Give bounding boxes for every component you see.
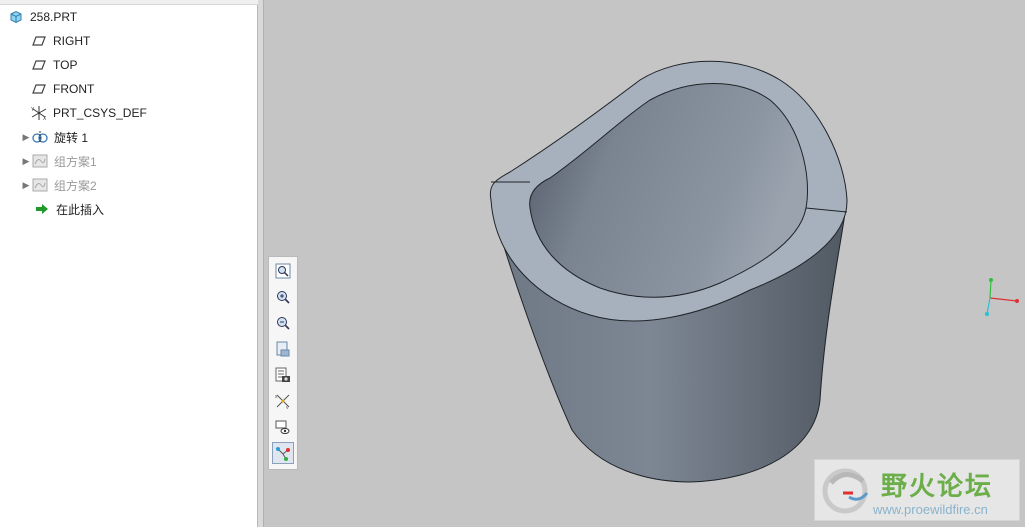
- repaint-icon: [276, 341, 290, 357]
- watermark-url: www.proewildfire.cn: [873, 502, 988, 517]
- datum-plane-icon: [31, 33, 47, 49]
- saved-orientations-button[interactable]: [272, 364, 294, 386]
- tree-item-group-2[interactable]: ▶ 组方案2: [20, 174, 270, 196]
- tree-item-front[interactable]: FRONT: [31, 78, 281, 100]
- display-style-icon: [275, 420, 290, 434]
- zoom-in-button[interactable]: [272, 286, 294, 308]
- expand-arrow-icon[interactable]: ▶: [20, 156, 32, 167]
- coordinate-system-icon: YX: [31, 105, 47, 121]
- datum-display-filter-icon: xy: [275, 394, 290, 409]
- tree-item-label: 旋转 1: [54, 130, 89, 145]
- tree-item-insert-here[interactable]: 在此插入: [34, 198, 284, 220]
- expand-arrow-icon[interactable]: ▶: [20, 180, 32, 191]
- tree-item-label: PRT_CSYS_DEF: [53, 106, 147, 120]
- svg-text:X: X: [43, 116, 47, 121]
- graphics-viewport[interactable]: [264, 0, 1025, 527]
- group-icon: [32, 153, 48, 169]
- tree-item-group-1[interactable]: ▶ 组方案1: [20, 150, 270, 172]
- model-render: [489, 60, 1019, 483]
- forum-watermark: 野火论坛 www.proewildfire.cn: [814, 459, 1020, 521]
- spin-center-button[interactable]: [272, 442, 294, 464]
- refit-button[interactable]: [272, 260, 294, 282]
- expand-arrow-icon[interactable]: ▶: [20, 132, 32, 143]
- tree-item-label: 组方案1: [54, 154, 97, 169]
- tree-item-label: 在此插入: [56, 202, 105, 217]
- tree-item-label: 258.PRT: [30, 10, 78, 24]
- tree-item-revolve[interactable]: ▶ 旋转 1: [20, 126, 270, 148]
- datum-display-button[interactable]: xy: [272, 390, 294, 412]
- datum-plane-icon: [31, 81, 47, 97]
- tree-item-top[interactable]: TOP: [31, 54, 281, 76]
- zoom-in-icon: [277, 291, 290, 304]
- spin-center-icon: [276, 447, 290, 461]
- view-toolbar: xy: [268, 256, 298, 470]
- group-icon: [32, 177, 48, 193]
- datum-plane-icon: [31, 57, 47, 73]
- tree-item-part[interactable]: 258.PRT: [8, 6, 258, 28]
- watermark-title: 野火论坛: [881, 472, 994, 502]
- saved-view-icon: [275, 367, 290, 382]
- zoom-out-icon: [277, 317, 290, 330]
- forum-logo-icon: [822, 468, 869, 514]
- part-icon: [8, 9, 24, 25]
- tree-item-label: FRONT: [53, 82, 95, 96]
- tree-item-label: RIGHT: [53, 34, 91, 48]
- refit-zoom-icon: [275, 263, 291, 279]
- insert-here-arrow-icon: [34, 201, 50, 217]
- csys-triad-icon: [984, 278, 1019, 317]
- tree-item-csys[interactable]: YX PRT_CSYS_DEF: [31, 102, 281, 124]
- zoom-out-button[interactable]: [272, 312, 294, 334]
- tree-item-label: TOP: [53, 58, 78, 72]
- tree-item-right[interactable]: RIGHT: [31, 30, 281, 52]
- model-tree-panel: 258.PRT RIGHT TOP FRONT YX PRT_CSYS_DEF …: [0, 0, 258, 527]
- tree-item-label: 组方案2: [54, 178, 97, 193]
- repaint-button[interactable]: [272, 338, 294, 360]
- model-tree-header-strip: [0, 0, 258, 5]
- display-style-button[interactable]: [272, 416, 294, 438]
- revolve-icon: [32, 129, 48, 145]
